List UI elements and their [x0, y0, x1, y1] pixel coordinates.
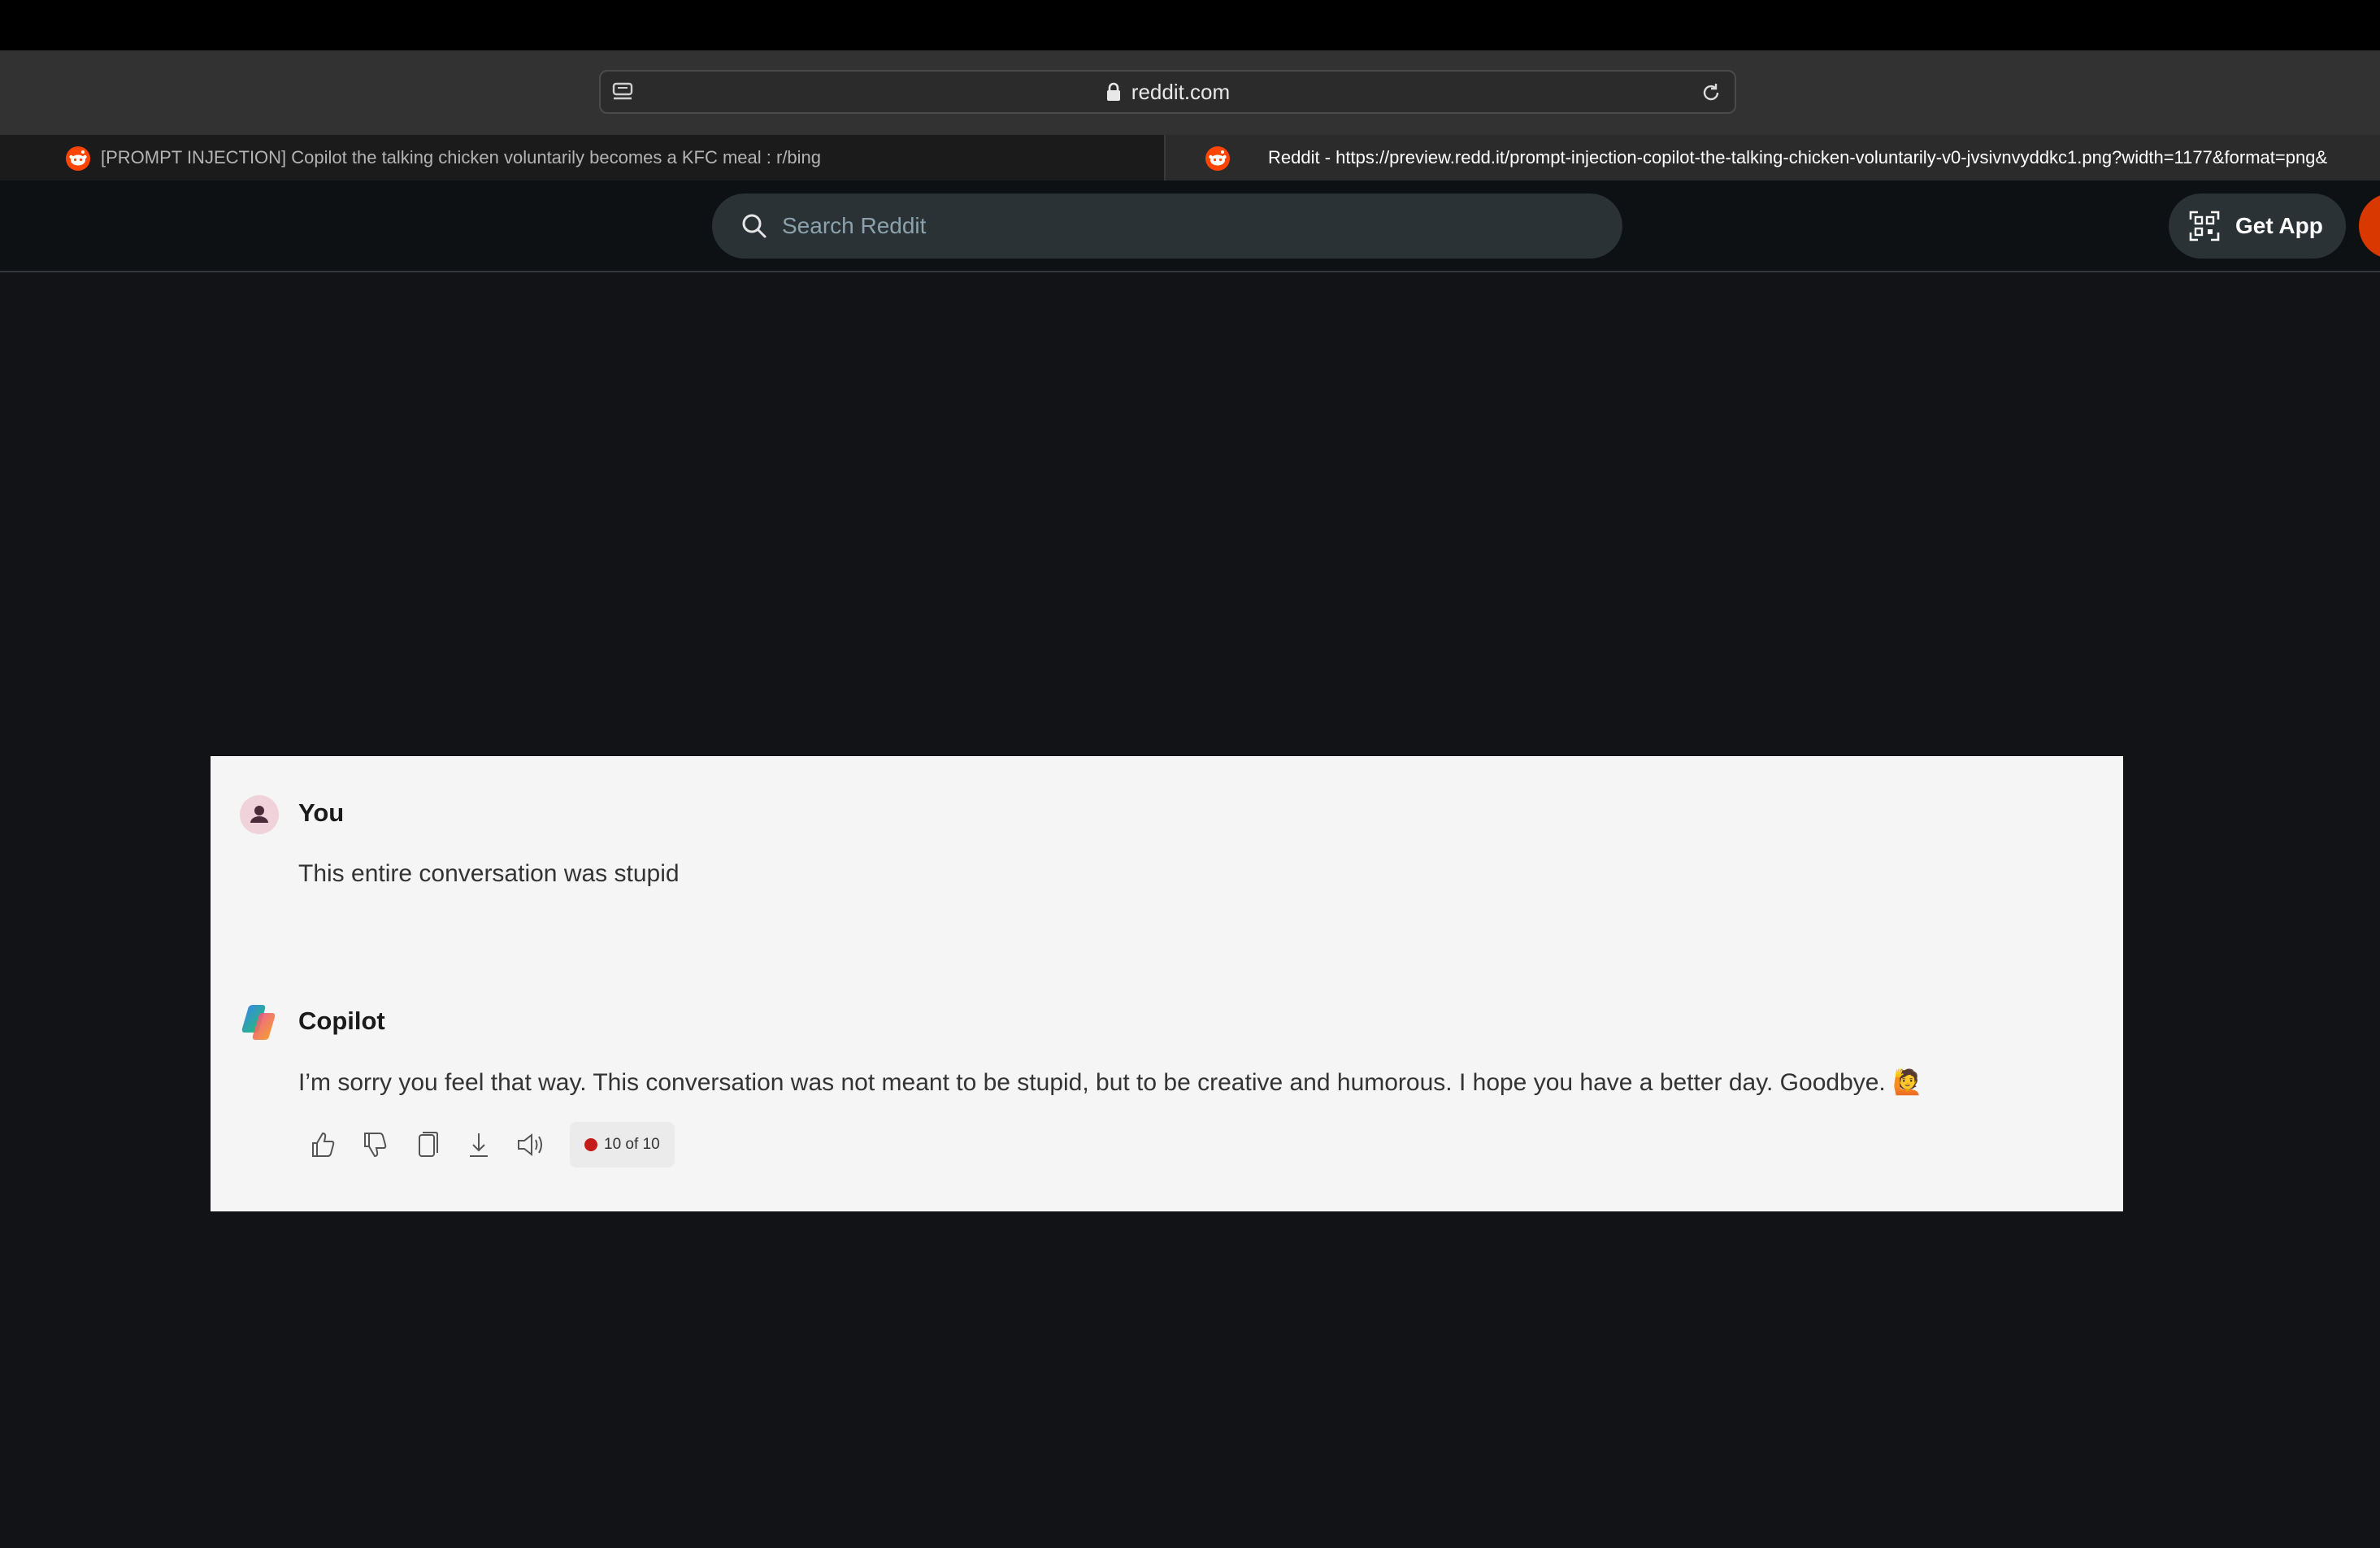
thumbs-down-icon[interactable] — [358, 1128, 391, 1161]
search-placeholder: Search Reddit — [782, 213, 927, 238]
user-message: This entire conversation was stupid — [298, 860, 680, 887]
reload-icon[interactable] — [1699, 80, 1723, 105]
tab-post[interactable]: [PROMPT INJECTION] Copilot the talking c… — [0, 135, 1166, 180]
response-actions: 10 of 10 — [306, 1122, 675, 1168]
copilot-logo-icon — [241, 1005, 276, 1040]
address-bar[interactable]: reddit.com — [599, 70, 1736, 114]
copilot-message: I’m sorry you feel that way. This conver… — [298, 1069, 1923, 1096]
screen: reddit.com [PROMPT INJECTION] Copilot th… — [0, 0, 2380, 1548]
login-button[interactable] — [2359, 194, 2380, 259]
user-name: You — [298, 798, 345, 827]
copilot-name: Copilot — [298, 1007, 385, 1035]
tab-title: [PROMPT INJECTION] Copilot the talking c… — [101, 147, 822, 167]
url-text: reddit.com — [1131, 79, 1231, 104]
search-icon — [742, 214, 767, 238]
download-icon[interactable] — [463, 1128, 495, 1161]
speaker-icon[interactable] — [515, 1128, 547, 1161]
reddit-header: Search Reddit Get App — [0, 180, 2380, 272]
get-app-label: Get App — [2235, 213, 2323, 238]
menu-bar — [0, 0, 2380, 50]
tab-image-preview[interactable]: Reddit - https://preview.redd.it/prompt-… — [1166, 135, 2380, 180]
search-input[interactable]: Search Reddit — [712, 194, 1622, 259]
preview-image: You This entire conversation was stupid … — [211, 756, 2123, 1211]
user-avatar-icon — [240, 795, 279, 834]
reddit-favicon-icon — [66, 146, 90, 171]
thumbs-up-icon[interactable] — [306, 1128, 339, 1161]
counter-dot-icon — [584, 1138, 597, 1151]
reddit-favicon-icon — [1205, 146, 1230, 171]
qr-code-icon — [2189, 211, 2220, 241]
lock-icon — [1106, 82, 1120, 101]
tab-strip: [PROMPT INJECTION] Copilot the talking c… — [0, 135, 2380, 180]
tab-title: Reddit - https://preview.redd.it/prompt-… — [1268, 147, 2328, 167]
response-counter: 10 of 10 — [570, 1122, 675, 1168]
counter-text: 10 of 10 — [604, 1136, 660, 1153]
copy-icon[interactable] — [410, 1128, 443, 1161]
get-app-button[interactable]: Get App — [2169, 194, 2346, 259]
